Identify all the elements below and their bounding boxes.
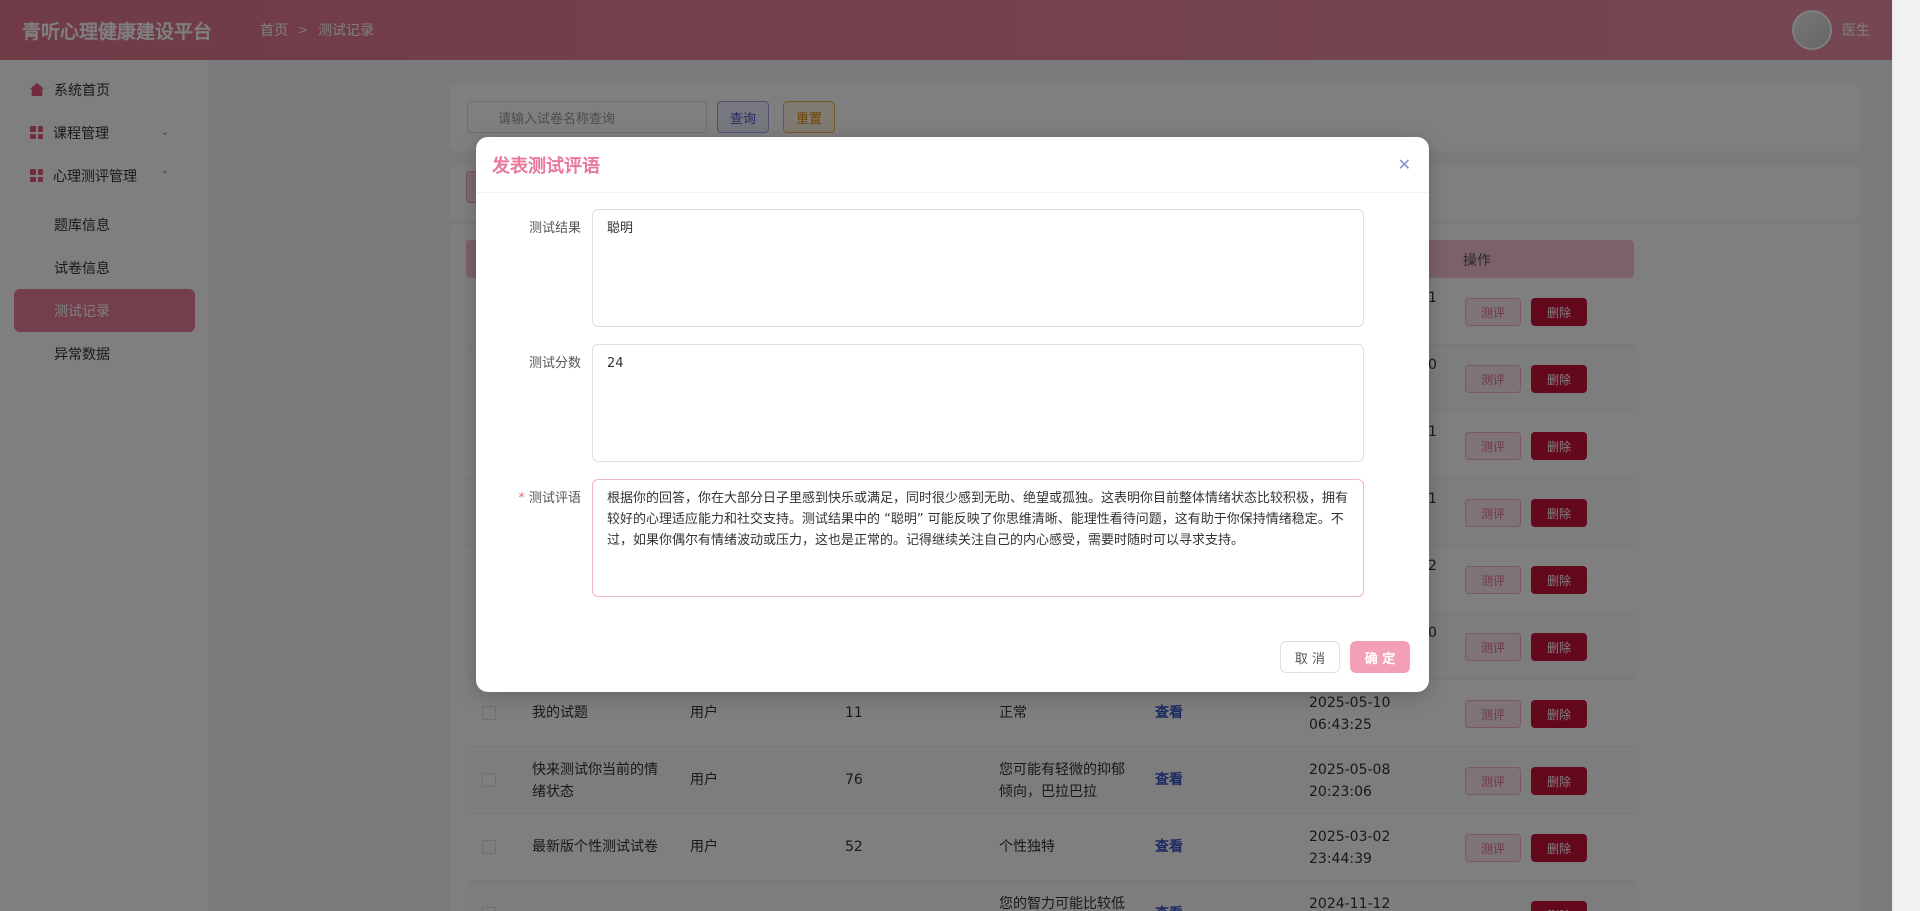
field-label-text: 测试评语 xyxy=(528,491,581,506)
close-icon[interactable]: ✕ xyxy=(1398,155,1411,174)
cancel-button[interactable]: 取 消 xyxy=(1280,641,1340,673)
confirm-button[interactable]: 确 定 xyxy=(1350,641,1410,673)
dialog-header: 发表测试评语 xyxy=(476,137,1429,193)
field-label: * 测试评语 xyxy=(476,487,581,506)
score-textarea[interactable]: 24 xyxy=(592,344,1364,462)
page-scrollbar[interactable] xyxy=(1892,0,1920,911)
field-label: 测试结果 xyxy=(528,221,581,236)
field-label: 测试分数 xyxy=(528,356,581,371)
required-asterisk: * xyxy=(518,491,525,506)
dialog-title: 发表测试评语 xyxy=(492,155,600,177)
comment-dialog: 发表测试评语 ✕ 测试结果 聪明 测试分数 24 * 测试评语 根据你的回答，你在… xyxy=(476,137,1429,692)
comment-textarea[interactable]: 根据你的回答，你在大部分日子里感到快乐或满足，同时很少感到无助、绝望或孤独。这表… xyxy=(592,479,1364,597)
result-textarea[interactable]: 聪明 xyxy=(592,209,1364,327)
